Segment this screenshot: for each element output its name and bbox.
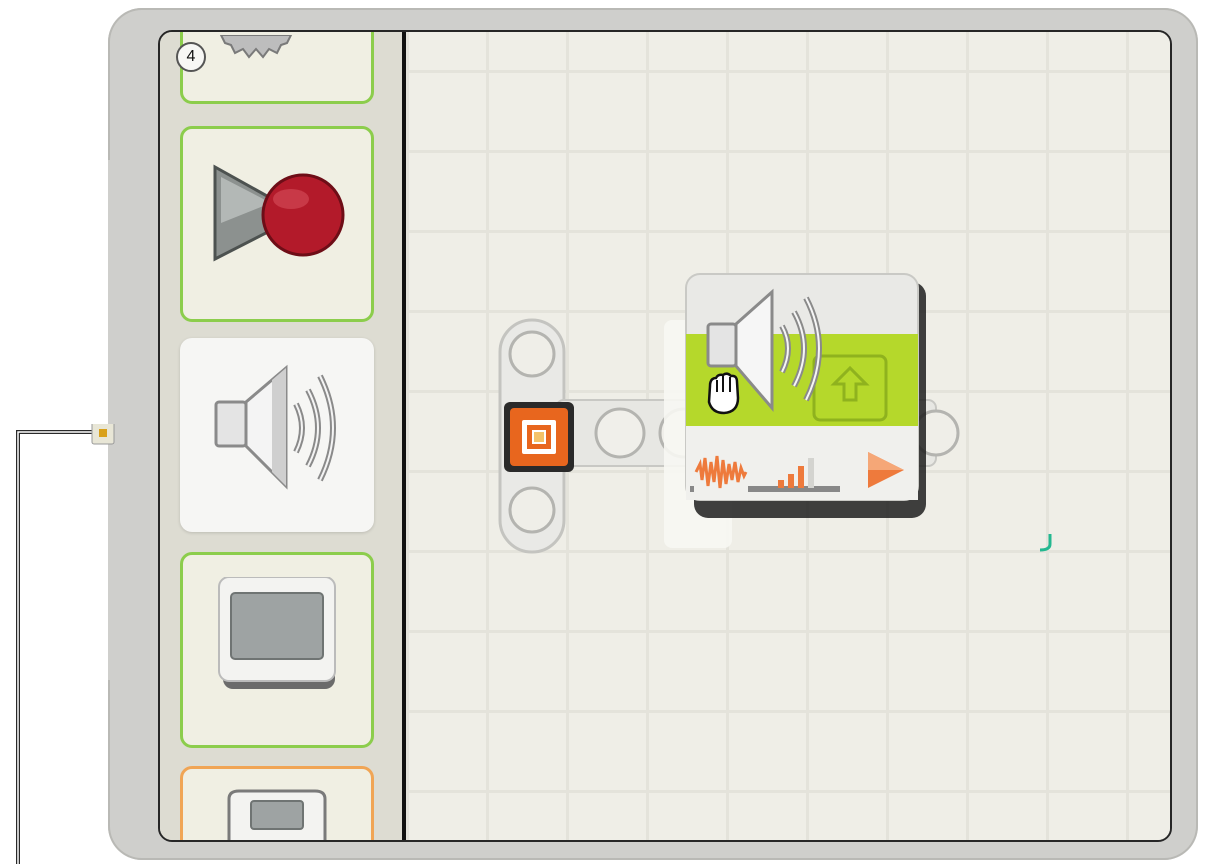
grab-hand-cursor — [707, 372, 740, 415]
program-canvas[interactable] — [406, 32, 1170, 840]
record-play-block[interactable] — [180, 126, 374, 322]
block-palette: 4 — [160, 32, 406, 840]
dragged-sound-block[interactable] — [684, 272, 926, 520]
gear-icon — [219, 35, 293, 59]
record-play-icon — [213, 164, 345, 262]
move-block[interactable] — [180, 32, 374, 104]
nxt-brick-icon — [227, 789, 327, 840]
programming-workspace: 4 — [158, 30, 1172, 842]
connector-line — [16, 424, 115, 864]
sound-block[interactable] — [180, 338, 374, 532]
start-icon[interactable] — [502, 400, 578, 476]
volume-icon — [778, 458, 814, 488]
send-message-block[interactable] — [180, 766, 374, 840]
display-icon — [218, 577, 336, 689]
sound-wave-icon — [694, 452, 748, 492]
speaker-icon — [214, 364, 336, 490]
drop-marker — [1039, 534, 1052, 552]
palette-badge: 4 — [176, 42, 206, 72]
display-block[interactable] — [180, 552, 374, 748]
play-icon — [868, 452, 904, 488]
